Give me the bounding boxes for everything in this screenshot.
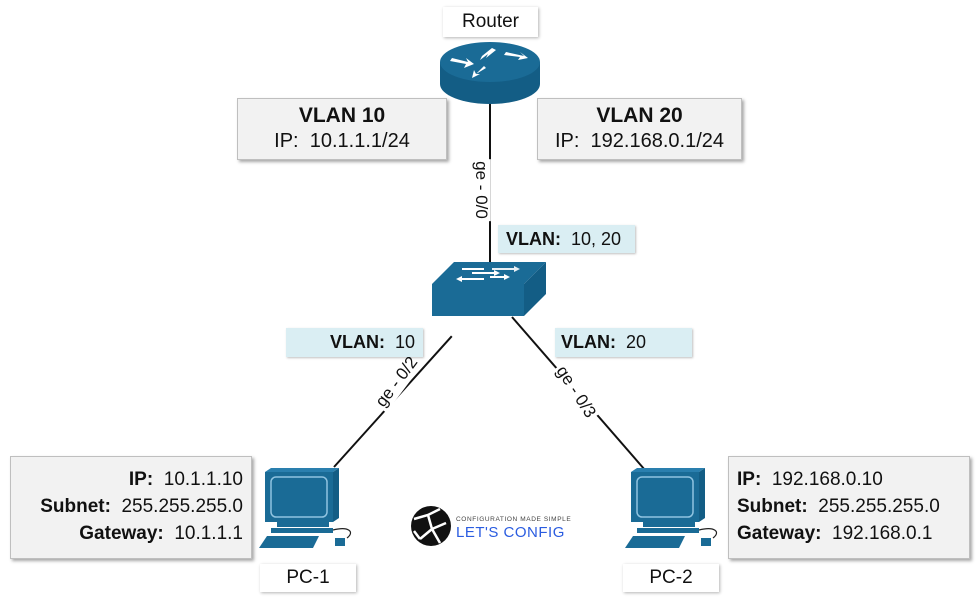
pc2-subnet-label: Subnet: — [737, 496, 808, 517]
router-vlan20-box: VLAN 20 IP: 192.168.0.1/24 — [537, 98, 742, 160]
access-vlan20-label: VLAN: — [561, 332, 616, 352]
trunk-vlan-value: 10, 20 — [571, 229, 622, 249]
vlan10-ip-row: IP: 10.1.1.1/24 — [238, 130, 446, 153]
router-vlan10-box: VLAN 10 IP: 10.1.1.1/24 — [237, 98, 447, 160]
port-label-ge-0-2: ge - 0/2 — [370, 351, 424, 413]
pc2-computer-icon[interactable] — [625, 468, 720, 550]
lets-config-logo: CONFIGURATION MADE SIMPLE LET'S CONFIG — [410, 505, 590, 550]
trunk-vlan-label: VLAN: — [506, 229, 561, 249]
pc1-computer-icon[interactable] — [259, 468, 354, 550]
port-label-ge-0-0: ge - 0/0 — [470, 159, 491, 221]
vlan20-ip-row: IP: 192.168.0.1/24 — [538, 130, 741, 153]
pc1-subnet-label: Subnet: — [40, 496, 111, 517]
router-icon[interactable] — [440, 42, 540, 104]
pc2-ip-label: IP: — [737, 469, 762, 490]
pc2-config-box: IP: 192.168.0.10 Subnet: 255.255.255.0 G… — [728, 456, 970, 559]
pc2-subnet-row: Subnet: 255.255.255.0 — [737, 493, 969, 520]
access-vlan10-box: VLAN: 10 — [286, 328, 423, 357]
access-vlan10-label: VLAN: — [329, 332, 385, 352]
pc1-gateway-row: Gateway: 10.1.1.1 — [11, 520, 243, 547]
pc2-gateway-row: Gateway: 192.168.0.1 — [737, 520, 969, 547]
pc2-ip-row: IP: 192.168.0.10 — [737, 466, 969, 493]
pc2-gateway-label: Gateway: — [737, 523, 822, 544]
vlan20-ip-value: 192.168.0.1/24 — [590, 130, 725, 152]
access-vlan20-box: VLAN: 20 — [555, 328, 692, 357]
globe-network-icon — [411, 506, 451, 546]
access-vlan10-value: 10 — [394, 332, 415, 352]
vlan10-ip-label: IP: — [274, 130, 299, 152]
vlan20-ip-label: IP: — [554, 130, 580, 152]
access-vlan20-value: 20 — [626, 332, 647, 352]
pc1-gateway-label: Gateway: — [79, 523, 164, 544]
pc1-ip-label: IP: — [128, 469, 154, 490]
vlan10-ip-value: 10.1.1.1/24 — [309, 130, 410, 152]
pc1-ip-value: 10.1.1.10 — [163, 469, 243, 490]
vlan20-title: VLAN 20 — [596, 104, 683, 127]
port-label-ge-0-3: ge - 0/3 — [550, 360, 602, 424]
router-label: Router — [443, 7, 538, 37]
logo-tagline: CONFIGURATION MADE SIMPLE — [456, 516, 572, 523]
trunk-vlan-box: VLAN: 10, 20 — [498, 225, 635, 253]
pc1-ip-row: IP: 10.1.1.10 — [11, 466, 243, 493]
switch-icon[interactable] — [432, 262, 548, 317]
pc1-subnet-row: Subnet: 255.255.255.0 — [11, 493, 243, 520]
pc2-subnet-value: 255.255.255.0 — [818, 496, 940, 517]
pc1-label: PC-1 — [260, 564, 356, 592]
vlan10-title: VLAN 10 — [298, 104, 386, 127]
pc1-gateway-value: 10.1.1.1 — [174, 523, 243, 544]
pc2-gateway-value: 192.168.0.1 — [832, 523, 933, 544]
pc2-label: PC-2 — [623, 564, 719, 592]
pc1-subnet-value: 255.255.255.0 — [121, 496, 243, 517]
pc2-ip-value: 192.168.0.10 — [771, 469, 883, 490]
pc1-config-box: IP: 10.1.1.10 Subnet: 255.255.255.0 Gate… — [10, 456, 252, 559]
logo-name: LET'S CONFIG — [456, 524, 565, 541]
